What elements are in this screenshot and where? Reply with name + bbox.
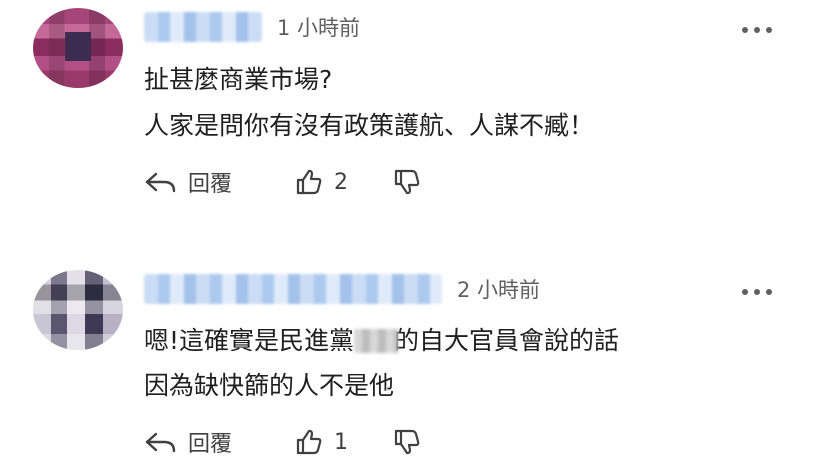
comment-actions: 回覆 1 bbox=[144, 424, 422, 460]
comment-text-line: 嗯!這確實是民進黨 的自大官員會說的話 bbox=[144, 326, 619, 356]
reply-button[interactable]: 回覆 bbox=[144, 166, 232, 198]
username-redacted[interactable] bbox=[144, 274, 442, 304]
more-dot-icon bbox=[742, 289, 748, 295]
reply-label: 回覆 bbox=[188, 172, 233, 197]
more-dot-icon bbox=[766, 27, 772, 33]
reply-arrow-icon bbox=[145, 172, 176, 193]
comment-text-segment: 的自大官員會說的話 bbox=[394, 326, 620, 355]
like-count: 1 bbox=[334, 429, 349, 455]
comment-text-line: 扯甚麼商業市場? bbox=[144, 65, 333, 94]
username-redacted[interactable] bbox=[144, 12, 262, 42]
reply-arrow-icon bbox=[145, 432, 176, 453]
dislike-button[interactable] bbox=[392, 167, 422, 197]
more-options-button[interactable] bbox=[742, 282, 772, 302]
redacted-text bbox=[354, 329, 399, 353]
comment-text-line: 人家是問你有沒有政策護航、人謀不臧！ bbox=[144, 111, 595, 140]
more-dot-icon bbox=[754, 289, 760, 295]
thumbs-up-icon bbox=[296, 429, 322, 455]
more-options-button[interactable] bbox=[742, 20, 772, 40]
like-button[interactable]: 2 bbox=[294, 167, 348, 197]
avatar[interactable] bbox=[33, 270, 123, 350]
dislike-button[interactable] bbox=[392, 427, 422, 457]
reply-label: 回覆 bbox=[188, 432, 233, 457]
more-dot-icon bbox=[754, 27, 760, 33]
comment-text-line: 因為缺快篩的人不是他 bbox=[144, 371, 395, 400]
comment-timestamp[interactable]: 1 小時前 bbox=[277, 18, 360, 39]
like-count: 2 bbox=[334, 169, 349, 195]
comment-text-segment: 嗯!這確實是民進黨 bbox=[144, 326, 355, 355]
comment-actions: 回覆 2 bbox=[144, 164, 422, 200]
like-button[interactable]: 1 bbox=[294, 427, 348, 457]
more-dot-icon bbox=[766, 289, 772, 295]
thumbs-down-icon bbox=[394, 429, 420, 455]
thumbs-down-icon bbox=[394, 169, 420, 195]
comment-timestamp[interactable]: 2 小時前 bbox=[457, 280, 540, 301]
reply-button[interactable]: 回覆 bbox=[144, 426, 232, 458]
more-dot-icon bbox=[742, 27, 748, 33]
comment-item: 2 小時前 嗯!這確實是民進黨 的自大官員會說的話 因為缺快篩的人不是他 回覆 1 bbox=[0, 262, 828, 475]
thumbs-up-icon bbox=[296, 169, 322, 195]
avatar[interactable] bbox=[33, 8, 123, 88]
comment-item: 1 小時前 扯甚麼商業市場? 人家是問你有沒有政策護航、人謀不臧！ 回覆 2 bbox=[0, 0, 828, 240]
